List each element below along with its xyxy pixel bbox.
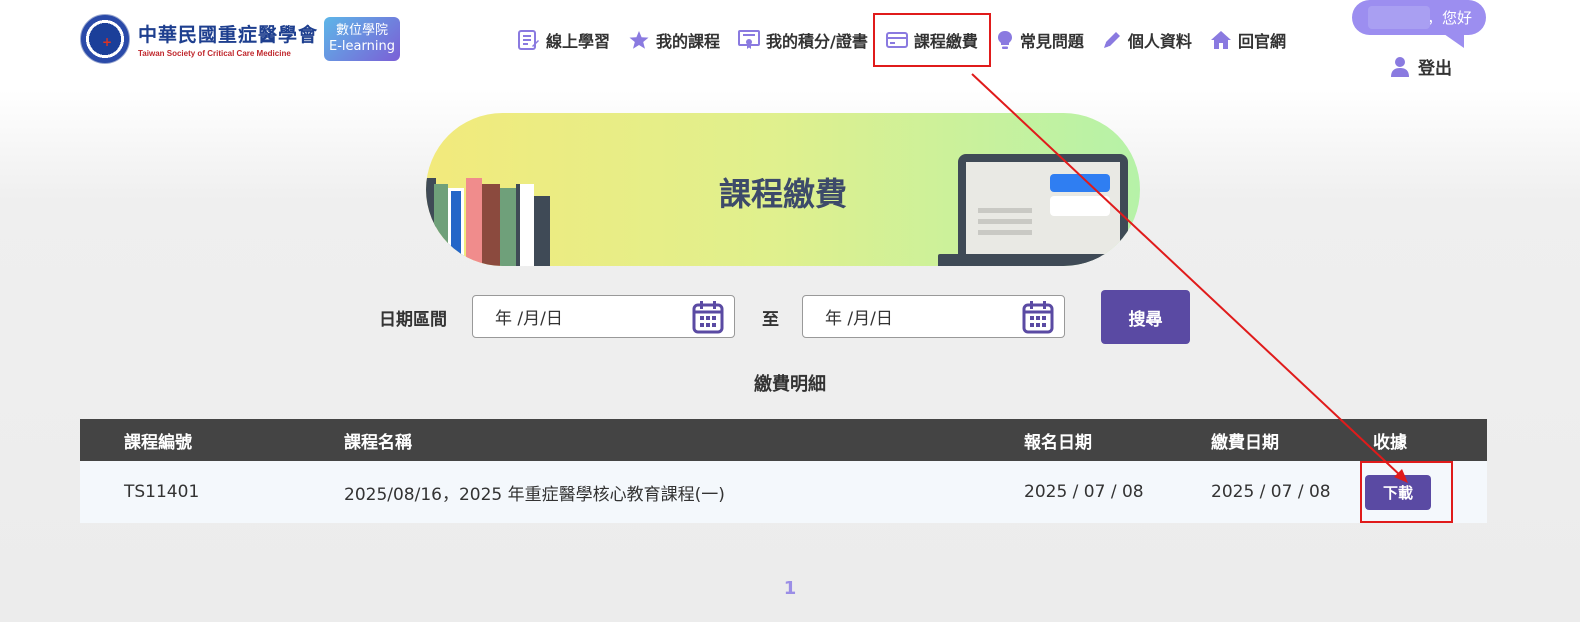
course-id: TS11401 [124, 482, 200, 502]
table-header: 課程編號 課程名稱 報名日期 繳費日期 收據 [80, 419, 1487, 461]
nav-online-learning[interactable]: 線上學習 [518, 26, 610, 54]
end-date-input[interactable]: 年 /月/日 [802, 295, 1065, 338]
payment-details-title: 繳費明細 [754, 374, 826, 395]
page-number-current[interactable]: 1 [784, 578, 797, 599]
col-receipt: 收據 [1373, 432, 1407, 453]
end-date-placeholder: 年 /月/日 [825, 309, 893, 329]
col-course-name: 課程名稱 [344, 432, 412, 453]
edit-list-icon [518, 30, 539, 50]
greeting-bubble-tail [1444, 34, 1464, 48]
nav-faq[interactable]: 常見問題 [996, 26, 1084, 54]
user-icon [1391, 56, 1409, 77]
nav-course-payment[interactable]: 課程繳費 [872, 13, 991, 67]
pagination: 1 [0, 578, 1580, 599]
to-label: 至 [762, 310, 779, 330]
society-seal-icon: + [80, 14, 130, 64]
nav-label: 線上學習 [546, 32, 611, 51]
col-register-date: 報名日期 [1024, 432, 1092, 453]
nav-my-courses[interactable]: 我的課程 [628, 26, 720, 54]
start-date-placeholder: 年 /月/日 [495, 309, 563, 329]
calendar-icon[interactable] [1022, 300, 1054, 334]
home-icon [1210, 31, 1231, 49]
logout-button[interactable]: 登出 [1390, 54, 1452, 79]
greeting-text: ，您好 [1426, 9, 1472, 27]
col-pay-date: 繳費日期 [1211, 432, 1279, 453]
search-button[interactable]: 搜尋 [1101, 290, 1190, 344]
badge-line1: 數位學院 [336, 23, 389, 38]
elearning-badge: 數位學院 E-learning [324, 17, 401, 61]
lightbulb-icon [997, 31, 1012, 49]
logo-title-en: Taiwan Society of Critical Care Medicine [138, 49, 291, 58]
pencil-icon [1103, 32, 1120, 48]
nav-official-site[interactable]: 回官網 [1210, 26, 1286, 54]
course-name: 2025/08/16，2025 年重症醫學核心教育課程(一) [344, 484, 725, 505]
certificate-icon [738, 30, 761, 49]
badge-line2: E-learning [329, 39, 395, 54]
start-date-input[interactable]: 年 /月/日 [472, 295, 735, 338]
site-logo[interactable]: + 中華民國重症醫學會 Taiwan Society of Critical C… [80, 14, 401, 64]
table-row: TS11401 2025/08/16，2025 年重症醫學核心教育課程(一) 2… [80, 461, 1487, 523]
pay-date: 2025 / 07 / 08 [1211, 482, 1331, 502]
nav-label: 回官網 [1237, 32, 1286, 51]
download-highlight-box [1360, 461, 1453, 523]
nav-label: 我的積分/證書 [766, 32, 868, 51]
nav-label: 我的課程 [656, 32, 721, 51]
register-date: 2025 / 07 / 08 [1024, 482, 1144, 502]
page-banner: 課程繳費 [426, 113, 1140, 266]
annotation-arrow [971, 73, 1408, 483]
credit-card-icon [885, 32, 908, 48]
nav-label: 常見問題 [1019, 32, 1084, 51]
user-greeting: ，您好 [1352, 0, 1486, 35]
date-range-label: 日期區間 [379, 310, 447, 330]
nav-label: 個人資料 [1127, 32, 1192, 51]
payment-table: 課程編號 課程名稱 報名日期 繳費日期 收據 TS11401 2025/08/1… [80, 419, 1487, 523]
nav-label: 課程繳費 [913, 32, 978, 51]
col-course-id: 課程編號 [124, 432, 192, 453]
logo-title-zh: 中華民國重症醫學會 [138, 24, 319, 46]
calendar-icon[interactable] [692, 300, 724, 334]
masked-username [1368, 6, 1430, 29]
nav-profile[interactable]: 個人資料 [1102, 26, 1192, 54]
main-nav: 線上學習 我的課程 我的積分/證書 課程繳費 常見問題 個人資料 回官網 [518, 13, 1304, 67]
nav-my-credits[interactable]: 我的積分/證書 [738, 26, 868, 54]
logout-label: 登出 [1418, 59, 1452, 79]
star-icon [629, 31, 649, 49]
